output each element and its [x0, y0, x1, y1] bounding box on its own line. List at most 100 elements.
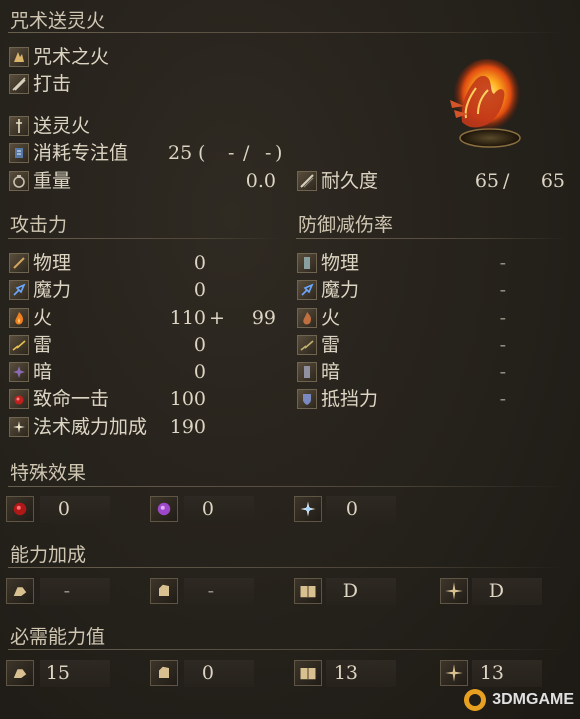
attack-header: 攻击力: [10, 214, 68, 236]
weight-value: 0.0: [245, 170, 276, 192]
dark-icon: [9, 362, 29, 382]
title-divider: [8, 32, 568, 33]
dexterity-icon: [150, 660, 178, 686]
attack-lightning-label: 雷: [33, 334, 53, 356]
pyromancy-flame-icon: [9, 47, 29, 67]
durability-separator: /: [503, 170, 510, 192]
attack-critical-label: 致命一击: [33, 388, 110, 410]
attack-fire-label: 火: [33, 307, 53, 329]
durability-max: 65: [540, 170, 565, 192]
spell-type-icon: [9, 116, 29, 136]
defense-physical-label: 物理: [321, 252, 360, 274]
lightning-defense-icon: [297, 335, 317, 355]
info-damage-type-label: 打击: [33, 73, 72, 95]
req-int-value: 13: [333, 662, 358, 684]
stability-icon: [297, 389, 317, 409]
strike-icon: [9, 74, 29, 94]
requirements-header: 必需能力值: [10, 626, 106, 648]
fp-cost-icon: [9, 143, 29, 163]
poison-icon: [150, 496, 178, 522]
attack-magic-value: 0: [193, 279, 206, 301]
attack-spell-buff-label: 法术威力加成: [33, 416, 148, 438]
effect-bleed-value: 0: [57, 498, 70, 520]
defense-magic-label: 魔力: [321, 279, 360, 301]
critical-icon: [9, 389, 29, 409]
defense-divider: [296, 238, 568, 239]
defense-lightning-value: -: [499, 334, 506, 356]
durability-current: 65: [474, 170, 499, 192]
scaling-divider: [8, 567, 568, 568]
intelligence-icon: [294, 660, 322, 686]
fire-icon: [9, 308, 29, 328]
effect-frost-value: 0: [345, 498, 358, 520]
fp-cost-paren-close: ): [275, 142, 283, 164]
strength-icon: [6, 660, 34, 686]
spell-buff-icon: [9, 417, 29, 437]
defense-fire-label: 火: [321, 307, 341, 329]
defense-physical-value: -: [499, 252, 506, 274]
requirements-divider: [8, 649, 568, 650]
effects-divider: [8, 486, 568, 487]
scaling-dex-value: -: [207, 580, 214, 602]
item-title: 咒术送灵火: [10, 10, 106, 32]
fp-cost-paren-open: (: [198, 142, 206, 164]
defense-fire-value: -: [499, 307, 506, 329]
weight-label: 重量: [33, 170, 72, 192]
physical-icon: [9, 253, 29, 273]
fp-cost-dash-1: -: [228, 142, 235, 164]
defense-lightning-label: 雷: [321, 334, 341, 356]
dexterity-icon: [150, 578, 178, 604]
durability-label: 耐久度: [321, 170, 379, 192]
frost-icon: [294, 496, 322, 522]
scaling-fth-value: D: [488, 580, 504, 602]
attack-critical-value: 100: [169, 388, 206, 410]
scaling-int-value: D: [342, 580, 358, 602]
flaming-hand-icon: [432, 52, 532, 152]
weight-icon: [9, 171, 29, 191]
attack-dark-value: 0: [193, 361, 206, 383]
req-dex-value: 0: [201, 662, 214, 684]
attack-fire-bonus: 99: [251, 307, 276, 329]
lightning-icon: [9, 335, 29, 355]
req-fth-value: 13: [479, 662, 504, 684]
fp-cost-dash-2: -: [265, 142, 272, 164]
fp-cost-value: 25: [168, 142, 193, 164]
intelligence-icon: [294, 578, 322, 604]
faith-icon: [440, 660, 468, 686]
defense-dark-label: 暗: [321, 361, 341, 383]
watermark: 3DMGAME: [462, 687, 574, 713]
info-spell-type-label: 送灵火: [33, 115, 91, 137]
watermark-logo-icon: [464, 689, 487, 711]
bleed-icon: [6, 496, 34, 522]
effect-poison-value: 0: [201, 498, 214, 520]
defense-dark-value: -: [499, 361, 506, 383]
attack-divider: [8, 238, 280, 239]
fp-cost-slash: /: [243, 142, 250, 164]
fp-cost-label: 消耗专注值: [33, 142, 129, 164]
durability-icon: [297, 171, 317, 191]
scaling-str-value: -: [63, 580, 70, 602]
info-catalyst-label: 咒术之火: [33, 46, 110, 68]
attack-dark-label: 暗: [33, 361, 53, 383]
weapon-detail-panel: 咒术送灵火 咒术之火 打击 送灵火 消耗专注值 25 (- / -) 重量 …: [0, 0, 580, 719]
attack-lightning-value: 0: [193, 334, 206, 356]
attack-fire-plus: +: [209, 307, 225, 329]
effects-header: 特殊效果: [10, 462, 87, 484]
attack-physical-value: 0: [193, 252, 206, 274]
defense-stability-label: 抵挡力: [321, 388, 379, 410]
attack-spell-buff-value: 190: [169, 416, 206, 438]
scaling-header: 能力加成: [10, 544, 87, 566]
fire-defense-icon: [297, 308, 317, 328]
strength-icon: [6, 578, 34, 604]
faith-icon: [440, 578, 468, 604]
attack-fire-value: 110: [169, 307, 206, 329]
physical-defense-icon: [297, 253, 317, 273]
defense-magic-value: -: [499, 279, 506, 301]
magic-icon: [9, 280, 29, 300]
attack-magic-label: 魔力: [33, 279, 72, 301]
defense-header: 防御减伤率: [298, 214, 394, 236]
magic-defense-icon: [297, 280, 317, 300]
watermark-text: 3DMGAME: [492, 691, 574, 708]
attack-physical-label: 物理: [33, 252, 72, 274]
req-str-value: 15: [45, 662, 70, 684]
